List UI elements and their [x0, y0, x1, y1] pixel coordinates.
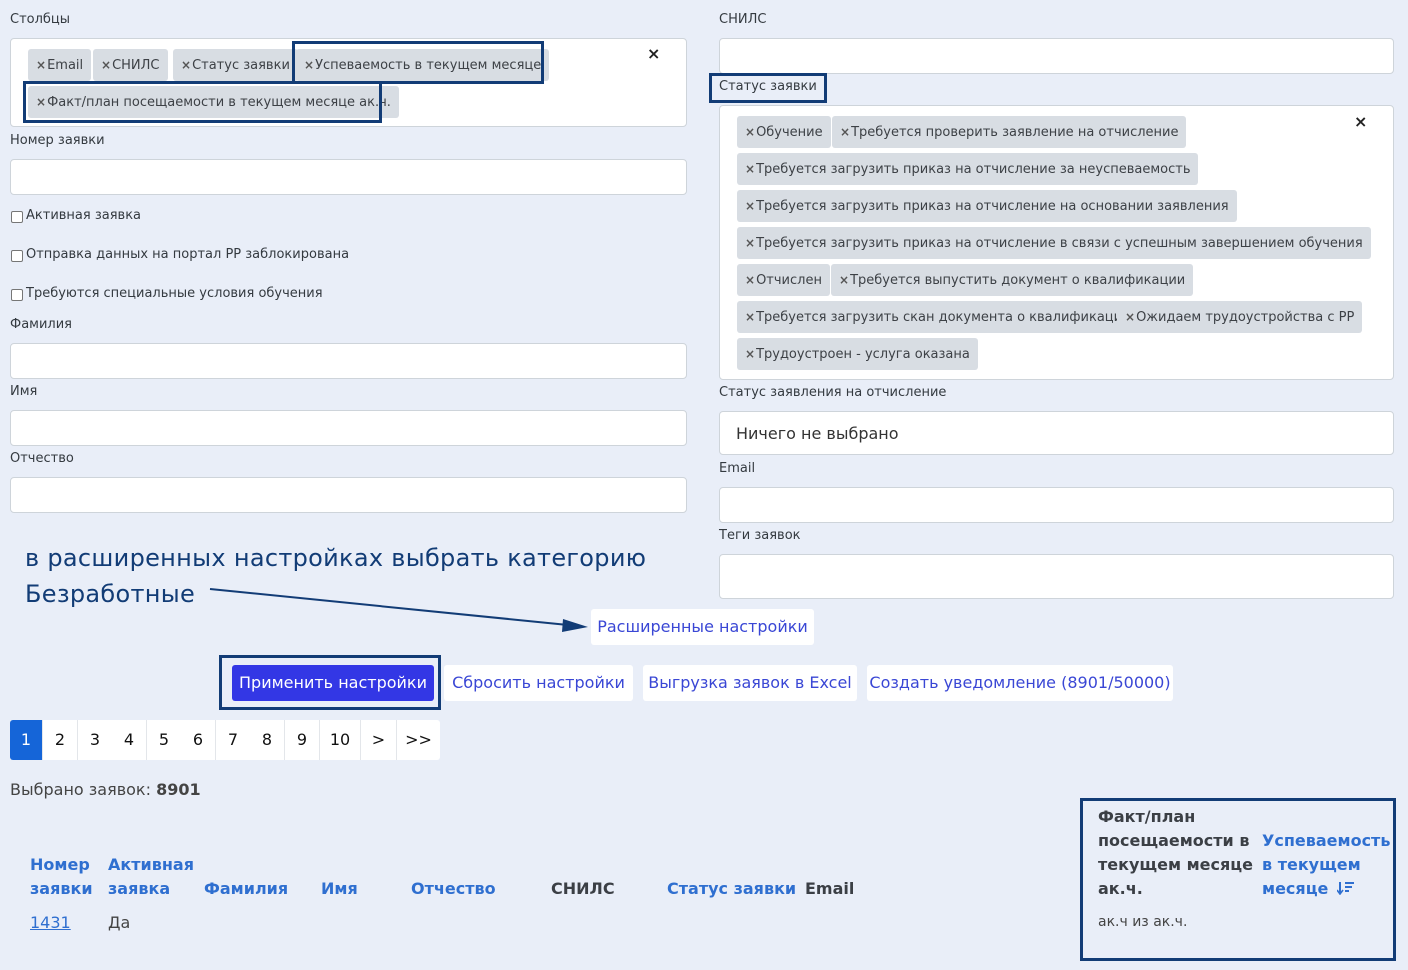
col-snils: СНИЛС — [551, 879, 615, 898]
page-6[interactable]: 6 — [181, 720, 216, 760]
row-order-link[interactable]: 1431 — [30, 913, 71, 932]
page-4[interactable]: 4 — [112, 720, 147, 760]
selected-count: Выбрано заявок: 8901 — [10, 780, 201, 799]
page-8[interactable]: 8 — [250, 720, 285, 760]
page-9[interactable]: 9 — [285, 720, 320, 760]
page-1[interactable]: 1 — [10, 720, 43, 760]
col-order-number[interactable]: Номер заявки — [30, 853, 93, 901]
page-2[interactable]: 2 — [43, 720, 78, 760]
selected-count-label: Выбрано заявок: — [10, 780, 151, 799]
col-performance[interactable]: Успеваемость в текущем месяце — [1262, 829, 1390, 901]
page-last[interactable]: >> — [397, 720, 440, 760]
sort-desc-icon[interactable] — [1336, 881, 1355, 896]
page-5[interactable]: 5 — [147, 720, 182, 760]
col-patronymic[interactable]: Отчество — [411, 877, 496, 901]
reset-settings-button[interactable]: Сбросить настройки — [444, 665, 633, 701]
col-fact-plan: Факт/план посещаемости в текущем месяце ак… — [1098, 807, 1253, 898]
page-10[interactable]: 10 — [320, 720, 361, 760]
col-surname[interactable]: Фамилия — [204, 877, 288, 901]
row-fact-value: ак.ч из ак.ч. — [1098, 914, 1188, 930]
create-notification-button[interactable]: Создать уведомление (8901/50000) — [867, 665, 1173, 701]
row-active-value: Да — [108, 913, 131, 932]
advanced-settings-button[interactable]: Расширенные настройки — [591, 609, 814, 645]
col-status[interactable]: Статус заявки — [667, 877, 796, 901]
page-7[interactable]: 7 — [216, 720, 251, 760]
export-excel-button[interactable]: Выгрузка заявок в Excel — [643, 665, 857, 701]
page-next[interactable]: > — [361, 720, 397, 760]
col-email: Email — [805, 879, 855, 898]
col-name[interactable]: Имя — [321, 877, 358, 901]
col-active[interactable]: Активная заявка — [108, 853, 194, 901]
page-3[interactable]: 3 — [78, 720, 113, 760]
apply-settings-button[interactable]: Применить настройки — [232, 665, 434, 701]
selected-count-value: 8901 — [156, 780, 201, 799]
